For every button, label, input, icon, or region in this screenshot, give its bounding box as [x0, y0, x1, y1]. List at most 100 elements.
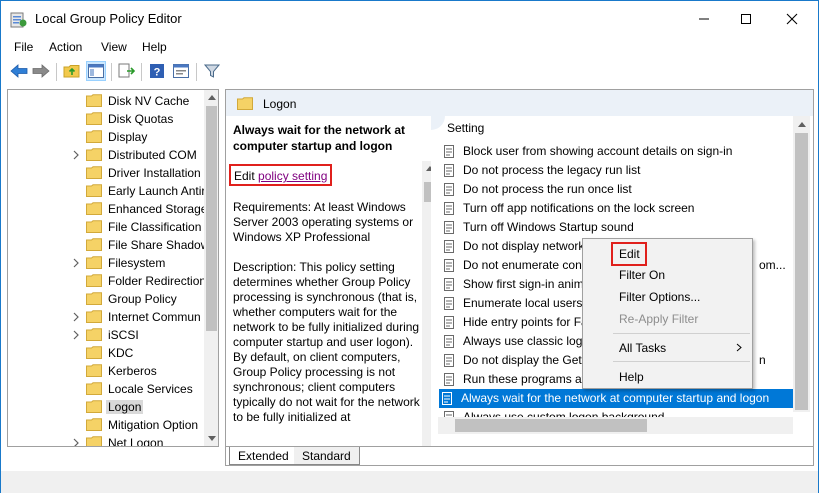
folder-icon [86, 148, 102, 161]
folder-icon [86, 238, 102, 251]
scroll-down-arrow[interactable] [204, 431, 218, 446]
context-menu-reapply-filter: Re-Apply Filter [619, 312, 699, 326]
tree-item[interactable]: KDC [8, 344, 208, 362]
minimize-button[interactable] [681, 1, 727, 37]
settings-vertical-scrollbar[interactable] [793, 116, 810, 412]
tree-item[interactable]: Kerberos [8, 362, 208, 380]
setting-row[interactable]: Always wait for the network at computer … [439, 389, 801, 408]
menu-action[interactable]: Action [49, 40, 82, 54]
scroll-up-arrow[interactable] [422, 161, 431, 176]
tree-item[interactable]: Disk NV Cache [8, 92, 208, 110]
chevron-right-icon[interactable] [71, 437, 81, 447]
tree-item[interactable]: Driver Installation [8, 164, 208, 182]
tree-item[interactable]: Disk Quotas [8, 110, 208, 128]
tree-item[interactable]: Internet Commun [8, 308, 208, 326]
menu-bar: File Action View Help [1, 37, 818, 57]
chevron-right-icon[interactable] [71, 257, 81, 269]
back-button[interactable] [9, 61, 29, 81]
tree-item[interactable]: Mitigation Option [8, 416, 208, 434]
setting-row[interactable]: Block user from showing account details … [441, 142, 801, 161]
tree-item-label: Disk Quotas [108, 112, 174, 126]
tree-item[interactable]: Locale Services [8, 380, 208, 398]
edit-prefix: Edit [234, 169, 259, 183]
folder-icon [86, 364, 102, 377]
policy-setting-icon [444, 259, 454, 272]
menu-help[interactable]: Help [142, 40, 167, 54]
context-menu-help[interactable]: Help [619, 370, 644, 384]
maximize-button[interactable] [723, 1, 769, 37]
up-one-level-button[interactable] [62, 61, 82, 81]
setting-row[interactable]: Turn off Windows Startup sound [441, 218, 801, 237]
scroll-thumb[interactable] [424, 182, 431, 202]
view-tabs: Extended Standard [226, 446, 813, 465]
requirements-text: Requirements: At least Windows Server 20… [233, 200, 414, 244]
tree-item[interactable]: Distributed COM [8, 146, 208, 164]
show-hide-console-tree-button[interactable] [86, 61, 106, 81]
tab-extended[interactable]: Extended [229, 447, 298, 465]
settings-horizontal-scrollbar[interactable] [438, 417, 793, 434]
scroll-thumb[interactable] [206, 106, 217, 331]
setting-name: Do not process the legacy run list [463, 163, 641, 177]
setting-row[interactable]: Turn off app notifications on the lock s… [441, 199, 801, 218]
context-menu-filter-on[interactable]: Filter On [619, 268, 665, 282]
tree-item-label: Mitigation Option [108, 418, 199, 432]
folder-icon [86, 274, 102, 287]
column-header-setting[interactable]: Setting [447, 121, 484, 135]
tree-vertical-scrollbar[interactable] [204, 90, 218, 446]
tree-item[interactable]: File Share Shadow [8, 236, 209, 254]
tree-item[interactable]: Folder Redirection [8, 272, 208, 290]
window-title: Local Group Policy Editor [35, 11, 182, 26]
tree-item[interactable]: Logon [8, 398, 208, 416]
setting-name: Do not display network [463, 239, 585, 253]
tree-item-label: File Classification I [108, 220, 209, 234]
edit-policy-setting-link[interactable]: policy setting [258, 169, 327, 183]
filter-button[interactable] [202, 61, 222, 81]
tree-item[interactable]: Early Launch Antir [8, 182, 208, 200]
tree-item[interactable]: Display [8, 128, 208, 146]
tree-item[interactable]: Enhanced Storage [8, 200, 208, 218]
policy-setting-icon [444, 240, 454, 253]
setting-name: Run these programs at [463, 372, 586, 386]
setting-name: Turn off app notifications on the lock s… [463, 201, 695, 215]
context-menu-edit[interactable]: Edit [619, 247, 640, 261]
chevron-right-icon[interactable] [71, 149, 81, 161]
setting-row[interactable]: Do not process the run once list [441, 180, 801, 199]
export-list-button[interactable] [117, 61, 137, 81]
tree-item[interactable]: iSCSI [8, 326, 208, 344]
forward-button[interactable] [31, 61, 51, 81]
scroll-up-arrow[interactable] [794, 117, 809, 132]
svg-text:?: ? [154, 67, 161, 79]
folder-icon [86, 130, 102, 143]
tree-item[interactable]: Filesystem [8, 254, 208, 272]
help-button[interactable]: ? [147, 61, 167, 81]
tree-item[interactable]: File Classification I [8, 218, 208, 236]
folder-icon [86, 94, 102, 107]
menu-file[interactable]: File [14, 40, 33, 54]
tree-item-label: Disk NV Cache [108, 94, 190, 108]
chevron-right-icon[interactable] [71, 329, 81, 341]
folder-icon [86, 220, 102, 233]
description-vertical-scrollbar[interactable] [422, 161, 431, 446]
tree-item[interactable]: Net Logon [8, 434, 208, 447]
tree-item[interactable]: Group Policy [8, 290, 208, 308]
policy-setting-icon [444, 316, 454, 329]
menu-view[interactable]: View [101, 40, 127, 54]
scroll-thumb[interactable] [795, 133, 808, 410]
context-menu-filter-options[interactable]: Filter Options... [619, 290, 700, 304]
policy-setting-icon [444, 145, 454, 158]
toolbar-separator [56, 63, 57, 81]
context-menu-all-tasks[interactable]: All Tasks [619, 341, 666, 355]
tab-standard[interactable]: Standard [294, 447, 360, 465]
menu-separator [613, 333, 750, 334]
chevron-right-icon[interactable] [71, 311, 81, 323]
status-bar [1, 471, 818, 493]
properties-button[interactable] [171, 61, 191, 81]
close-button[interactable] [769, 1, 815, 37]
folder-up-icon [63, 65, 80, 78]
folder-icon [86, 328, 102, 341]
scroll-thumb[interactable] [455, 419, 647, 432]
folder-icon [86, 310, 102, 323]
setting-name: Do not display the Gett [463, 353, 586, 367]
scroll-up-arrow[interactable] [204, 90, 218, 105]
setting-row[interactable]: Do not process the legacy run list [441, 161, 801, 180]
